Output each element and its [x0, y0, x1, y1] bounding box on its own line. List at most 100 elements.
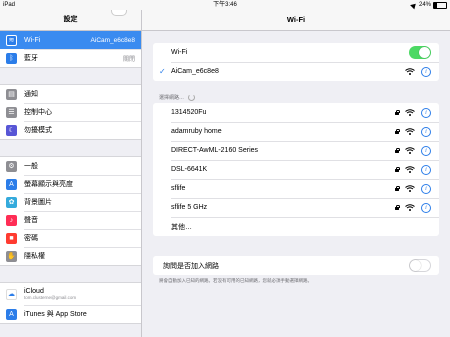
ask-join-switch[interactable] [409, 259, 431, 272]
checkmark-icon: ✓ [159, 67, 166, 76]
bluetooth-icon: ᛒ [6, 52, 17, 64]
loading-spinner-icon [188, 94, 196, 101]
sidebar-item-label: 隱私權 [24, 253, 45, 260]
sidebar-groups: ≋ Wi-Fi AiCam_e6c8e8 ᛒ 藍牙 關閉 ▤ 通知 ☰ 控制中心 ☾ 勿擾模式 ⚙ 一般 A… [0, 31, 141, 324]
sidebar-item-label: 控制中心 [24, 109, 52, 116]
info-icon[interactable]: i [421, 202, 431, 213]
wifi-card: Wi-Fi ✓ AiCam_e6c8e8 i [153, 43, 439, 81]
info-icon[interactable]: i [421, 183, 431, 194]
settings-sidebar: 設定 ≋ Wi-Fi AiCam_e6c8e8 ᛒ 藍牙 關閉 ▤ 通知 ☰ 控制中心 ☾ 勿擾模式 ⚙… [0, 10, 142, 337]
network-name: adamruby home [171, 128, 222, 135]
network-name: sflife [171, 185, 186, 192]
status-bar: iPad 下午3:46 24% [0, 0, 450, 10]
sidebar-item-title: iCloud [24, 288, 44, 295]
lock-icon [395, 204, 400, 210]
status-time: 下午3:46 [213, 2, 237, 8]
wifi-icon: ≋ [6, 34, 17, 46]
connected-network-name: AiCam_e6c8e8 [171, 68, 219, 75]
battery-percent: 24% [418, 2, 431, 8]
switch-knob [410, 260, 421, 271]
privacy-hand-icon: ✋ [6, 250, 17, 262]
connected-network-row[interactable]: ✓ AiCam_e6c8e8 i [153, 62, 439, 81]
sidebar-item[interactable]: ✿ 背景圖片 [0, 193, 141, 211]
sidebar-item[interactable]: ♪ 聲音 [0, 211, 141, 229]
other-network-label: 其他… [171, 223, 192, 231]
sidebar-group: ≋ Wi-Fi AiCam_e6c8e8 ᛒ 藍牙 關閉 [0, 31, 141, 68]
network-name: DIRECT-AwML-2160 Series [171, 147, 259, 154]
sidebar-item[interactable]: ᛒ 藍牙 關閉 [0, 49, 141, 67]
info-icon[interactable]: i [421, 164, 431, 175]
network-name: 1314520Fu [171, 109, 207, 116]
sidebar-item-label: 密碼 [24, 235, 38, 242]
lock-icon [395, 166, 400, 172]
lock-icon [395, 185, 400, 191]
wifi-toggle-switch[interactable] [409, 46, 431, 59]
sidebar-item[interactable]: A 螢幕顯示與亮度 [0, 175, 141, 193]
sidebar-item-label: 勿擾模式 [24, 127, 52, 134]
network-list: 1314520Fu i adamruby home i DIRECT-AwML-2160… [153, 103, 439, 236]
sidebar-item-label: 螢幕顯示與亮度 [24, 181, 73, 188]
sound-icon: ♪ [6, 214, 17, 226]
sidebar-item-label: 背景圖片 [24, 199, 52, 206]
search-remnant-icon [111, 10, 127, 16]
network-row[interactable]: DIRECT-AwML-2160 Series i [153, 141, 439, 160]
sidebar-item[interactable]: ⚙ 一般 [0, 157, 141, 175]
sidebar-title-text: 設定 [63, 16, 78, 23]
location-arrow-icon [410, 1, 418, 9]
wifi-signal-icon [405, 147, 415, 154]
wifi-signal-icon [405, 166, 415, 173]
sidebar-item[interactable]: ✋ 隱私權 [0, 247, 141, 265]
detail-title: Wi-Fi [142, 10, 450, 31]
choose-network-header: 選擇網路… [159, 94, 196, 101]
info-icon[interactable]: i [421, 145, 431, 156]
battery-icon [433, 1, 447, 9]
network-row[interactable]: DSL-6641K i [153, 160, 439, 179]
sidebar-group: ⚙ 一般 A 螢幕顯示與亮度 ✿ 背景圖片 ♪ 聲音 ■ 密碼 ✋ 隱私權 [0, 156, 141, 266]
sidebar-item[interactable]: ☁ iCloud tom.clusterne@gmail.com [0, 283, 141, 305]
wifi-detail-panel: Wi-Fi Wi-Fi ✓ AiCam_e6c8e8 i 選擇網路… 13145… [142, 10, 450, 337]
wallpaper-icon: ✿ [6, 196, 17, 208]
wifi-signal-icon [405, 185, 415, 192]
network-row[interactable]: sflife 5 GHz i [153, 198, 439, 217]
sidebar-group: ☁ iCloud tom.clusterne@gmail.com AiTunes 與 … [0, 282, 141, 324]
sidebar-item[interactable]: ☰ 控制中心 [0, 103, 141, 121]
network-row[interactable]: 1314520Fu i [153, 103, 439, 122]
ask-join-card: 詢問是否加入網路 [153, 256, 439, 275]
sidebar-item-label: Wi-Fi [24, 36, 41, 44]
wifi-toggle-row: Wi-Fi [153, 43, 439, 62]
wifi-signal-icon [405, 204, 415, 211]
network-row[interactable]: sflife i [153, 179, 439, 198]
sidebar-item[interactable]: ■ 密碼 [0, 229, 141, 247]
display-brightness-icon: A [6, 178, 17, 190]
sidebar-item-label: 聲音 [24, 217, 38, 224]
other-network-row[interactable]: 其他… [153, 217, 439, 236]
sidebar-item[interactable]: ≋ Wi-Fi AiCam_e6c8e8 [0, 31, 141, 49]
gear-icon: ⚙ [6, 160, 17, 172]
sidebar-item[interactable]: ▤ 通知 [0, 85, 141, 103]
sidebar-item-value: 關閉 [122, 56, 135, 63]
sidebar-title: 設定 [0, 10, 141, 31]
ask-join-footnote: 將會自動加入已知的網路。若沒有可用的已知網路，您就必須手動選擇網路。 [159, 278, 312, 283]
sidebar-item[interactable]: AiTunes 與 App Store [0, 305, 141, 323]
info-icon[interactable]: i [421, 107, 431, 118]
lock-icon [395, 109, 400, 115]
wifi-toggle-label: Wi-Fi [171, 49, 188, 56]
wifi-signal-icon [405, 128, 415, 135]
ask-join-label: 詢問是否加入網路 [163, 262, 219, 270]
status-right: 24% [410, 0, 447, 10]
wifi-signal-icon [405, 68, 415, 75]
icloud-icon: ☁ [6, 288, 17, 300]
lock-icon [395, 147, 400, 153]
lock-icon [395, 128, 400, 134]
info-icon[interactable]: i [421, 66, 431, 77]
network-name: sflife 5 GHz [171, 204, 208, 211]
control-center-icon: ☰ [6, 106, 17, 118]
sidebar-item-label: iCloud tom.clusterne@gmail.com [24, 288, 141, 300]
sidebar-group: ▤ 通知 ☰ 控制中心 ☾ 勿擾模式 [0, 84, 141, 140]
info-icon[interactable]: i [421, 126, 431, 137]
moon-icon: ☾ [6, 124, 17, 136]
sidebar-item-label: 一般 [24, 163, 38, 170]
sidebar-item-sublabel: tom.clusterne@gmail.com [24, 295, 77, 300]
network-row[interactable]: adamruby home i [153, 122, 439, 141]
sidebar-item[interactable]: ☾ 勿擾模式 [0, 121, 141, 139]
